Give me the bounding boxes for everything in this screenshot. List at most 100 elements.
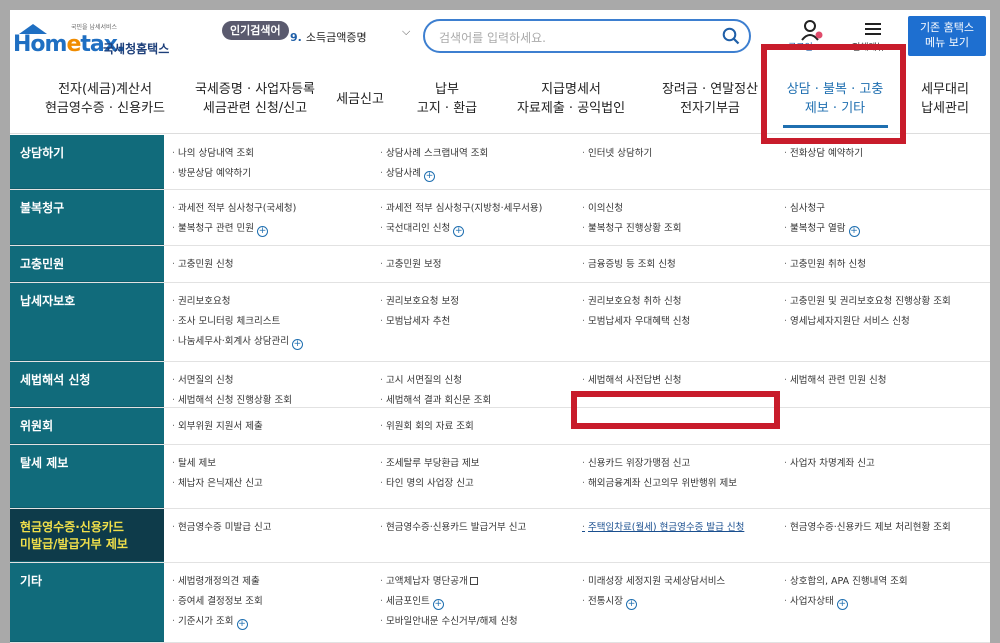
table-row: 위원회 외부위원 지원서 제출 위원회 회의 자료 조회 [10, 408, 990, 445]
category-label[interactable]: 위원회 [10, 408, 164, 444]
table-row: 탈세 제보탈세 제보체납자 은닉재산 신고조세탈루 부당환급 제보타인 명의 사… [10, 445, 990, 509]
submenu-link[interactable]: 과세전 적부 심사청구(지방청·세무서용) [380, 200, 542, 214]
nav-item-payment[interactable]: 납부 고지 · 환급 [402, 80, 492, 118]
popular-search-term[interactable]: 9. 소득금액증명 [290, 29, 367, 45]
submenu-link[interactable]: 미래성장 세정지원 국세상담서비스 [582, 573, 725, 587]
plus-circle-icon[interactable]: + [453, 226, 465, 237]
submenu-link[interactable]: 위원회 회의 자료 조회 [380, 418, 474, 432]
nav-item-e-invoice[interactable]: 전자(세금)계산서 현금영수증 · 신용카드 [30, 80, 180, 118]
nav-item-payment-statement[interactable]: 지급명세서 자료제출 · 공익법인 [506, 80, 636, 118]
category-label[interactable]: 납세자보호 [10, 283, 164, 361]
hamburger-menu-icon[interactable] [863, 19, 883, 39]
submenu-link[interactable]: 고시 서면질의 신청 [380, 372, 462, 386]
submenu-link[interactable]: 상담사례 스크랩내역 조회 [380, 145, 488, 159]
submenu-link[interactable]: 고충민원 신청 [172, 256, 233, 270]
submenu-link[interactable]: 모바일안내문 수신거부/해제 신청 [380, 613, 518, 627]
submenu-link[interactable]: 불복청구 진행상황 조회 [582, 220, 681, 234]
submenu-link[interactable]: 세법해석 신청 진행상황 조회 [172, 392, 292, 406]
submenu-link[interactable]: 심사청구 [784, 200, 825, 214]
submenu-link[interactable]: 신용카드 위장가맹점 신고 [582, 455, 690, 469]
table-row: 납세자보호 권리보호요청조사 모니터링 체크리스트나눔세무사·회계사 상담관리+ 권… [10, 283, 990, 362]
submenu-link[interactable]: 세법령개정의견 제출 [172, 573, 260, 587]
submenu-link[interactable]: 사업자상태+ [784, 593, 848, 610]
category-label[interactable]: 현금영수증·신용카드 미발급/발급거부 제보 [10, 509, 164, 562]
submenu-link[interactable]: 상호합의, APA 진행내역 조회 [784, 573, 908, 587]
plus-circle-icon[interactable]: + [848, 226, 860, 237]
nav-item-incentives[interactable]: 장려금 · 연말정산 전자기부금 [650, 80, 770, 118]
category-label[interactable]: 탈세 제보 [10, 445, 164, 508]
external-link-icon [469, 577, 478, 585]
submenu-link[interactable]: 상담사례+ [380, 165, 435, 182]
submenu-link[interactable]: 과세전 적부 심사청구(국세청) [172, 200, 296, 214]
highlight-box-link [571, 391, 780, 429]
submenu-link[interactable]: 모범납세자 우대혜택 신청 [582, 313, 690, 327]
table-row: 현금영수증·신용카드 미발급/발급거부 제보 현금영수증 미발급 신고 현금영수증·… [10, 509, 990, 563]
submenu-link[interactable]: 권리보호요청 취하 신청 [582, 293, 681, 307]
submenu-link[interactable]: 탈세 제보 [172, 455, 216, 469]
nav-item-tax-agent[interactable]: 세무대리 납세관리 [908, 80, 982, 118]
search-placeholder: 검색어를 입력하세요. [439, 31, 546, 45]
search-icon[interactable] [722, 27, 740, 45]
submenu-link[interactable]: 금융증빙 등 조회 신청 [582, 256, 676, 270]
submenu-link[interactable]: 세금포인트+ [380, 593, 444, 610]
submenu-link[interactable]: 나눔세무사·회계사 상담관리+ [172, 333, 303, 350]
submenu-link[interactable]: 서면질의 신청 [172, 372, 233, 386]
submenu-link[interactable]: 주택임차료(월세) 현금영수증 발급 신청 [582, 519, 744, 533]
submenu-link[interactable]: 타인 명의 사업장 신고 [380, 475, 474, 489]
submenu-link[interactable]: 사업자 차명계좌 신고 [784, 455, 875, 469]
submenu-link[interactable]: 모범납세자 추천 [380, 313, 450, 327]
submenu-link[interactable]: 권리보호요청 [172, 293, 230, 307]
submenu-link[interactable]: 영세납세자지원단 서비스 신청 [784, 313, 910, 327]
popular-search-badge: 인기검색어 [222, 21, 289, 40]
submenu-link[interactable]: 기준시가 조회+ [172, 613, 248, 630]
submenu-link[interactable]: 권리보호요청 보정 [380, 293, 459, 307]
submenu-link[interactable]: 고충민원 및 권리보호요청 진행상황 조회 [784, 293, 951, 307]
submenu-link[interactable]: 세법해석 사전답변 신청 [582, 372, 681, 386]
submenu-link[interactable]: 증여세 결정정보 조회 [172, 593, 263, 607]
plus-circle-icon[interactable]: + [236, 619, 248, 630]
plus-circle-icon[interactable]: + [291, 339, 303, 350]
plus-circle-icon[interactable]: + [432, 599, 444, 610]
submenu-link[interactable]: 조사 모니터링 체크리스트 [172, 313, 280, 327]
submenu-link[interactable]: 고충민원 보정 [380, 256, 441, 270]
category-label[interactable]: 세법해석 신청 [10, 362, 164, 407]
submenu-link[interactable]: 현금영수증·신용카드 제보 처리현황 조회 [784, 519, 951, 533]
submenu-link[interactable]: 현금영수증 미발급 신고 [172, 519, 271, 533]
category-label[interactable]: 불복청구 [10, 190, 164, 245]
submenu-link[interactable]: 불복청구 열람+ [784, 220, 860, 237]
category-label[interactable]: 기타 [10, 563, 164, 642]
plus-circle-icon[interactable]: + [626, 599, 637, 610]
submenu-link[interactable]: 세법해석 관련 민원 신청 [784, 372, 886, 386]
search-input[interactable]: 검색어를 입력하세요. [423, 19, 751, 53]
table-row: 상담하기 나의 상담내역 조회방문상담 예약하기 상담사례 스크랩내역 조회상담사례… [10, 135, 990, 190]
table-row: 기타 세법령개정의견 제출증여세 결정정보 조회기준시가 조회+ 고액체납자 명단공… [10, 563, 990, 643]
nav-item-tax-filing[interactable]: 세금신고 [328, 90, 392, 109]
table-row: 세법해석 신청서면질의 신청세법해석 신청 진행상황 조회고시 서면질의 신청세… [10, 362, 990, 408]
category-label[interactable]: 상담하기 [10, 135, 164, 189]
logo-subtitle: 국민을 납세서비스 [71, 24, 118, 31]
submenu-link[interactable]: 나의 상담내역 조회 [172, 145, 254, 159]
category-label[interactable]: 고충민원 [10, 246, 164, 282]
old-hometax-menu-button[interactable]: 기존 홈택스 메뉴 보기 [908, 16, 986, 56]
submenu-link[interactable]: 전화상담 예약하기 [784, 145, 863, 159]
nav-item-certificates[interactable]: 국세증명 · 사업자등록 세금관련 신청/신고 [180, 80, 330, 118]
submenu-link[interactable]: 불복청구 관련 민원+ [172, 220, 268, 237]
submenu-link[interactable]: 세법해석 결과 회신문 조회 [380, 392, 491, 406]
submenu-link[interactable]: 전통시장+ [582, 593, 637, 610]
chevron-down-icon[interactable]: ⌵ [402, 25, 410, 39]
submenu-link[interactable]: 고액체납자 명단공개 [380, 573, 478, 587]
plus-circle-icon[interactable]: + [424, 171, 435, 182]
submenu-link[interactable]: 해외금융계좌 신고의무 위반행위 제보 [582, 475, 737, 489]
submenu-link[interactable]: 외부위원 지원서 제출 [172, 418, 263, 432]
plus-circle-icon[interactable]: + [257, 226, 268, 237]
submenu-link[interactable]: 조세탈루 부당환급 제보 [380, 455, 479, 469]
hometax-logo[interactable]: 국민을 납세서비스 Hometax. 국세청홈택스 [13, 20, 183, 60]
submenu-link[interactable]: 체납자 은닉재산 신고 [172, 475, 263, 489]
submenu-link[interactable]: 고충민원 취하 신청 [784, 256, 866, 270]
submenu-link[interactable]: 이의신청 [582, 200, 623, 214]
submenu-link[interactable]: 방문상담 예약하기 [172, 165, 251, 179]
submenu-link[interactable]: 국선대리인 신청+ [380, 220, 465, 237]
submenu-link[interactable]: 현금영수증·신용카드 발급거부 신고 [380, 519, 526, 533]
plus-circle-icon[interactable]: + [836, 599, 848, 610]
submenu-link[interactable]: 인터넷 상담하기 [582, 145, 652, 159]
